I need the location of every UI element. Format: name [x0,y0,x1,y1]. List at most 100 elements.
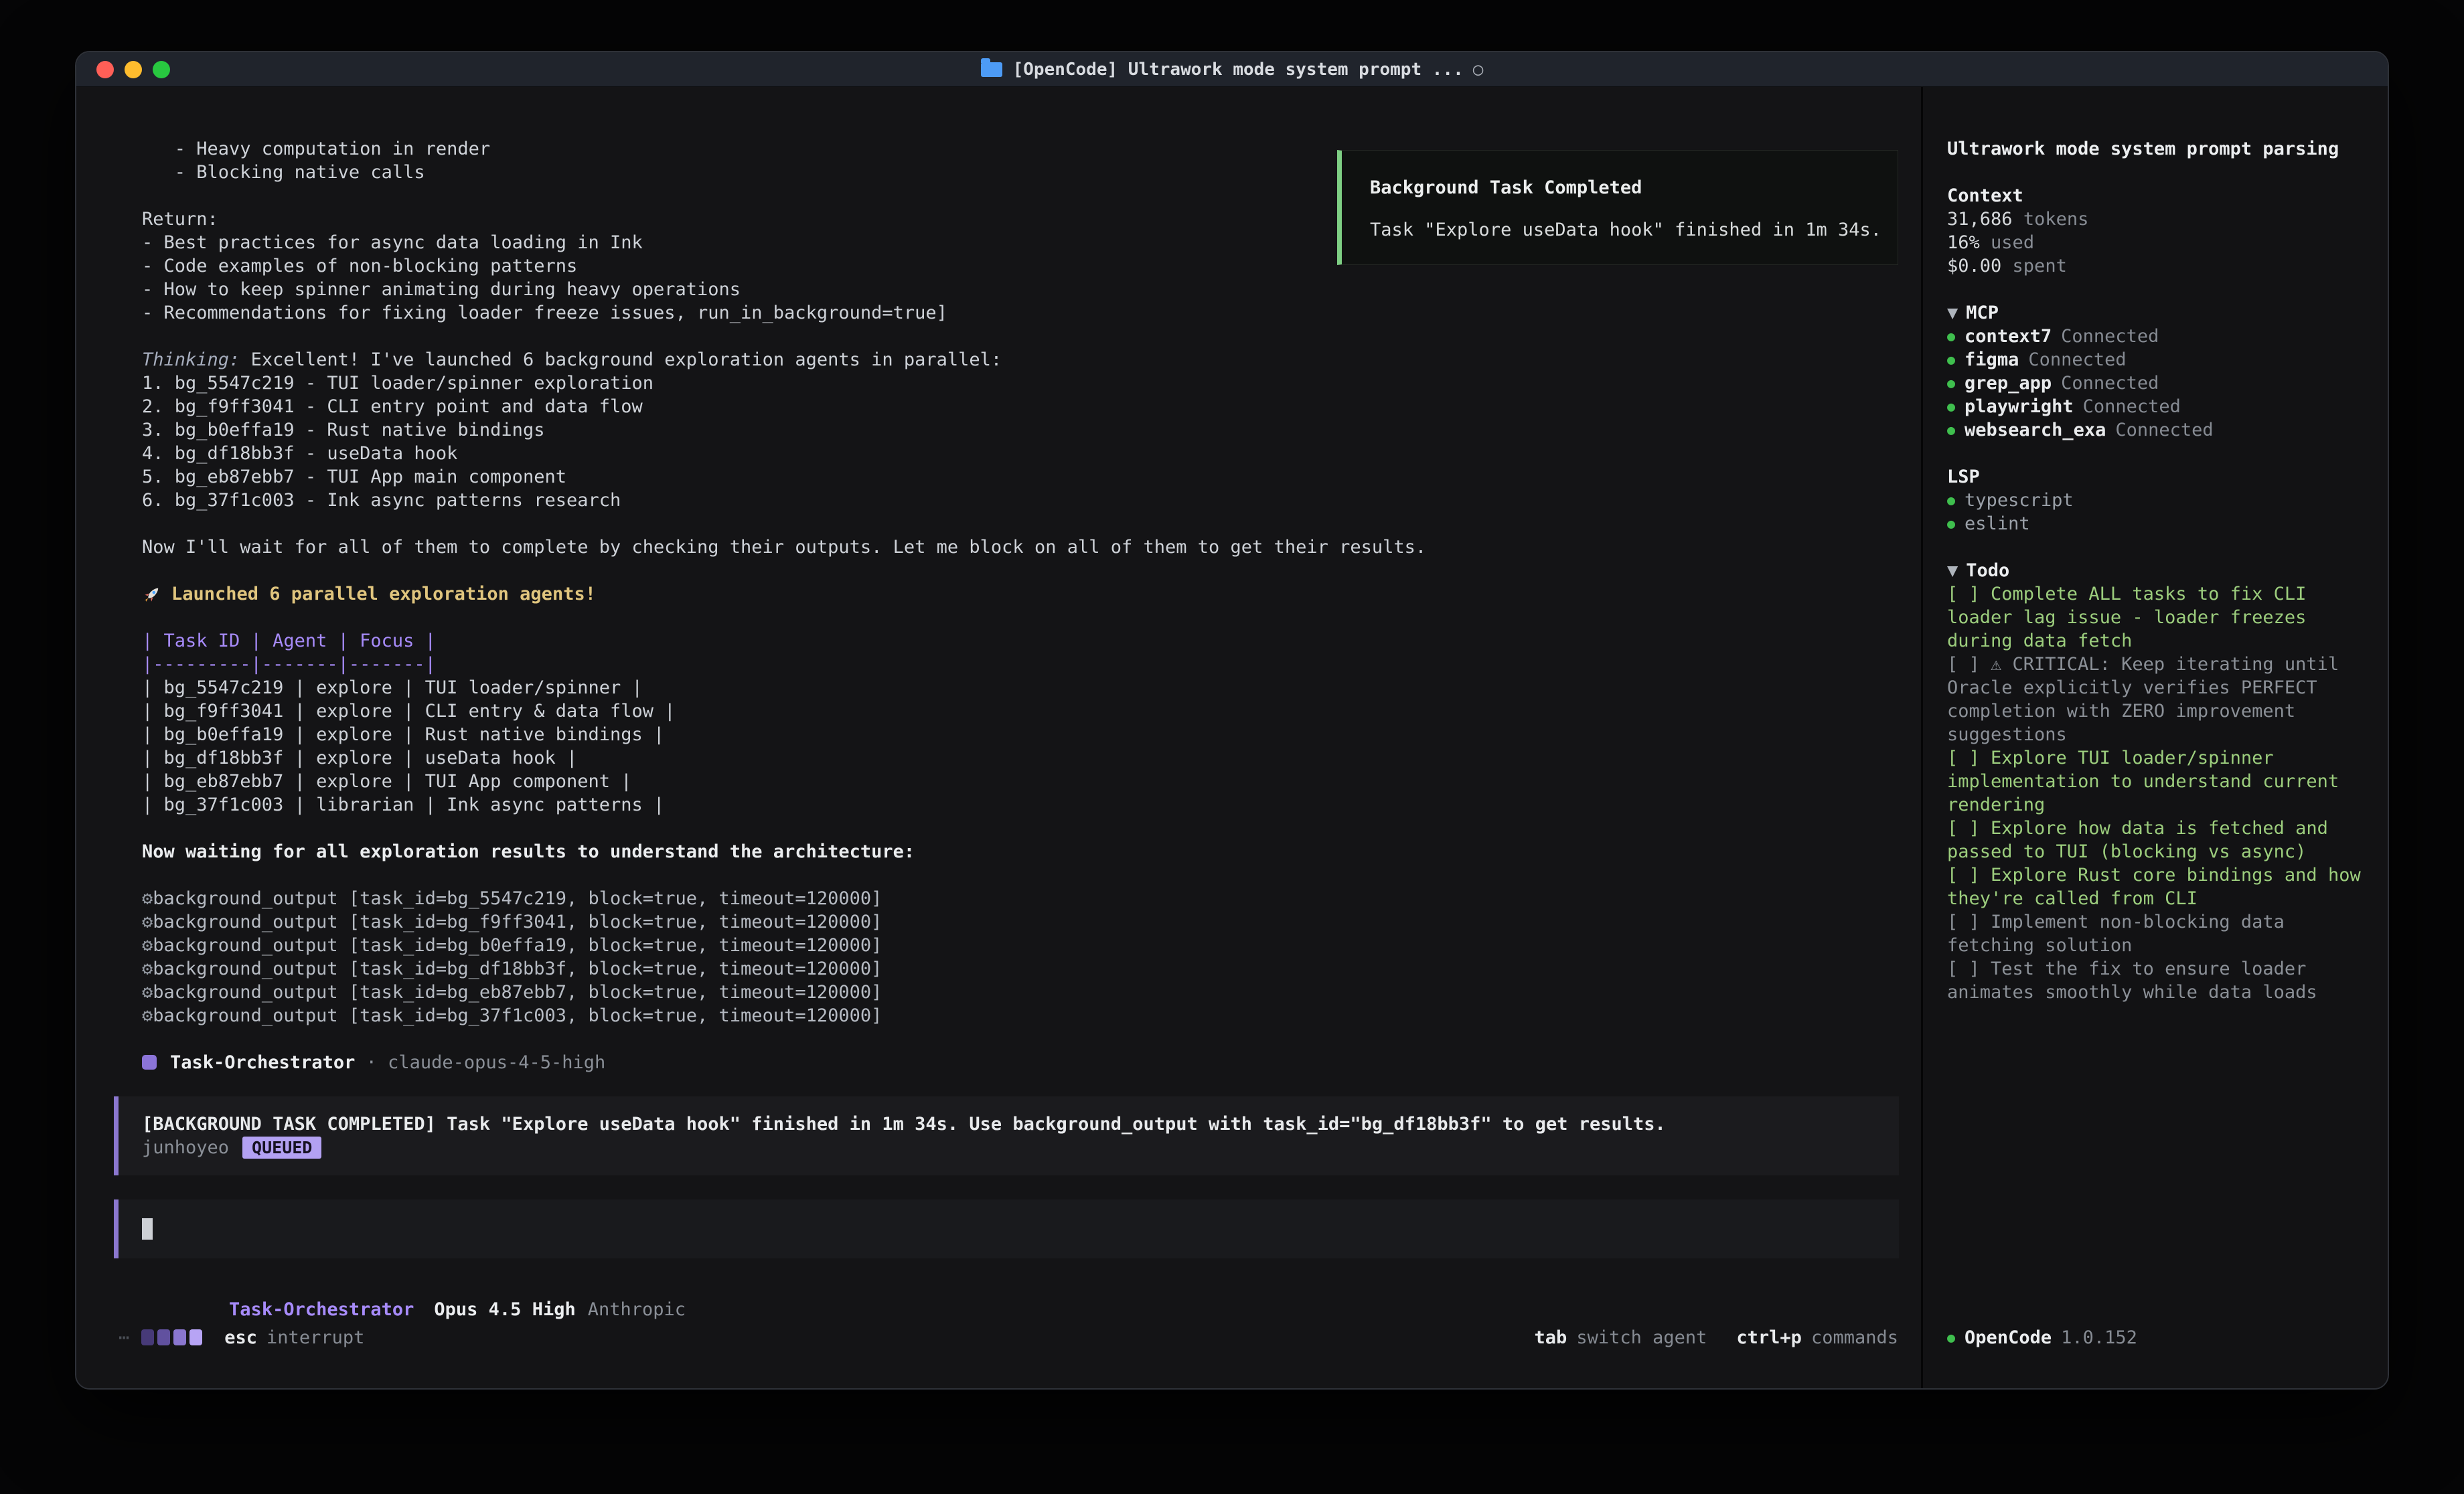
collapse-arrow-icon: ▼ [1947,303,1958,323]
mcp-item: ●context7Connected [1947,325,2361,348]
folder-icon [981,62,1002,77]
notification-body: Task "Explore useData hook" finished in … [1370,218,1877,242]
mcp-heading[interactable]: ▼MCP [1947,301,2361,325]
thinking-label: Thinking: [142,349,240,370]
table-row: | bg_b0effa19 | explore | Rust native bi… [142,723,1921,746]
status-dot-icon: ● [1947,422,1955,438]
conversation-transcript: - Heavy computation in render - Blocking… [76,137,1921,1074]
transcript-line: - Recommendations for fixing loader free… [142,301,1921,325]
zoom-window-button[interactable] [153,61,170,78]
tool-call-line: ⚙background_output [task_id=bg_df18bb3f,… [142,957,1921,981]
spacer [142,1027,1921,1051]
spacer [142,817,1921,840]
active-agent-provider: Anthropic [588,1299,686,1320]
orchestrator-model: claude-opus-4-5-high [388,1052,605,1073]
tool-call-line: ⚙background_output [task_id=bg_5547c219,… [142,887,1921,910]
thinking-text: Excellent! I've launched 6 background ex… [240,349,1002,370]
background-task-notification: Background Task Completed Task "Explore … [1337,150,1898,265]
tool-call-text: background_output [task_id=bg_df18bb3f, … [153,959,882,979]
mcp-item: ●websearch_exaConnected [1947,418,2361,442]
table-header-row: | Task ID | Agent | Focus | [142,629,1921,653]
meter-segment [173,1329,186,1345]
window-controls [96,52,181,87]
table-row: | bg_f9ff3041 | explore | CLI entry & da… [142,699,1921,723]
agent-list-item: 2. bg_f9ff3041 - CLI entry point and dat… [142,395,1921,418]
spacer [1947,442,2361,465]
todo-item: [ ] Explore Rust core bindings and how t… [1947,863,2361,910]
collapse-arrow-icon: ▼ [1947,560,1958,581]
table-separator-row: |---------|-------|-------| [142,653,1921,676]
agent-list-item: 6. bg_37f1c003 - Ink async patterns rese… [142,489,1921,512]
tool-call-text: background_output [task_id=bg_b0effa19, … [153,935,882,956]
mcp-item: ●figmaConnected [1947,348,2361,371]
orchestrator-separator: · [355,1052,388,1073]
app-version: 1.0.152 [2061,1327,2137,1348]
agent-list-item: 1. bg_5547c219 - TUI loader/spinner expl… [142,371,1921,395]
tool-call-text: background_output [task_id=bg_5547c219, … [153,888,882,909]
status-dot-icon: ● [1947,1329,1955,1345]
lsp-heading: LSP [1947,465,2361,489]
status-bar: ⋯ esc interrupt tab switch agent ctrl+p … [76,1324,1921,1351]
window-title: [OpenCode] Ultrawork mode system prompt … [981,60,1484,80]
completed-task-message: [BACKGROUND TASK COMPLETED] Task "Explor… [114,1096,1899,1175]
agent-list-item: 4. bg_df18bb3f - useData hook [142,442,1921,465]
spacer [142,512,1921,535]
orchestrator-name: Task-Orchestrator [170,1052,355,1073]
sidebar-title: Ultrawork mode system prompt parsing [1947,137,2361,161]
thinking-line: Thinking: Excellent! I've launched 6 bac… [142,348,1921,371]
terminal-main: - Heavy computation in render - Blocking… [76,87,1921,1388]
sidebar: Ultrawork mode system prompt parsing Con… [1921,87,2388,1388]
mcp-item: ●grep_appConnected [1947,371,2361,395]
esc-key-label: interrupt [266,1327,364,1348]
context-row: 31,686 tokens [1947,208,2361,231]
transcript-line: - How to keep spinner animating during h… [142,278,1921,301]
meter-segment [157,1329,170,1345]
status-dot-icon: ● [1947,492,1955,508]
gear-icon: ⚙ [142,912,153,932]
gear-icon: ⚙ [142,935,153,956]
agent-list-item: 3. bg_b0effa19 - Rust native bindings [142,418,1921,442]
context-heading: Context [1947,184,2361,208]
table-row: | bg_eb87ebb7 | explore | TUI App compon… [142,770,1921,793]
todo-heading[interactable]: ▼Todo [1947,559,2361,582]
titlebar: [OpenCode] Ultrawork mode system prompt … [76,52,2388,87]
spacer [1947,535,2361,559]
mcp-item: ●playwrightConnected [1947,395,2361,418]
meter-segment [189,1329,202,1345]
text-cursor [142,1218,153,1240]
progress-circle-icon: ○ [1473,60,1484,80]
activity-meter [141,1329,206,1345]
gear-icon: ⚙ [142,1005,153,1026]
active-agent-name: Task-Orchestrator [229,1299,414,1320]
todo-item: [ ] ⚠ CRITICAL: Keep iterating until Ora… [1947,653,2361,746]
table-row: | bg_5547c219 | explore | TUI loader/spi… [142,676,1921,699]
notification-title: Background Task Completed [1370,176,1877,199]
launch-banner: Launched 6 parallel exploration agents! [142,582,1921,606]
todo-item: [ ] Test the fix to ensure loader animat… [1947,957,2361,1004]
esc-key-hint: esc [224,1327,257,1348]
tool-call-line: ⚙background_output [task_id=bg_37f1c003,… [142,1004,1921,1027]
spacer [142,863,1921,887]
app-version-footer: ● OpenCode 1.0.152 [1947,1324,2137,1351]
status-dot-icon: ● [1947,328,1955,344]
spacer [142,559,1921,582]
tab-hint: tab switch agent [1535,1327,1707,1348]
todo-item: [ ] Explore TUI loader/spinner implement… [1947,746,2361,817]
username: junhoyeo [142,1137,229,1158]
gear-icon: ⚙ [142,959,153,979]
prompt-input[interactable] [114,1199,1899,1258]
active-agent-model: Opus 4.5 High [434,1299,575,1320]
minimize-window-button[interactable] [125,61,142,78]
tool-call-line: ⚙background_output [task_id=bg_eb87ebb7,… [142,981,1921,1004]
todo-item: [ ] Implement non-blocking data fetching… [1947,910,2361,957]
app-name: OpenCode [1965,1327,2052,1348]
launch-banner-text: Launched 6 parallel exploration agents! [171,584,596,604]
close-window-button[interactable] [96,61,114,78]
spacer [142,325,1921,348]
app-window: [OpenCode] Ultrawork mode system prompt … [75,51,2389,1390]
orchestrator-line: Task-Orchestrator · claude-opus-4-5-high [142,1051,1921,1074]
table-row: | bg_37f1c003 | librarian | Ink async pa… [142,793,1921,817]
meter-segment [141,1329,154,1345]
active-agent-line: Task-OrchestratorOpus 4.5 HighAnthropic [76,1274,1921,1298]
gear-icon: ⚙ [142,982,153,1003]
